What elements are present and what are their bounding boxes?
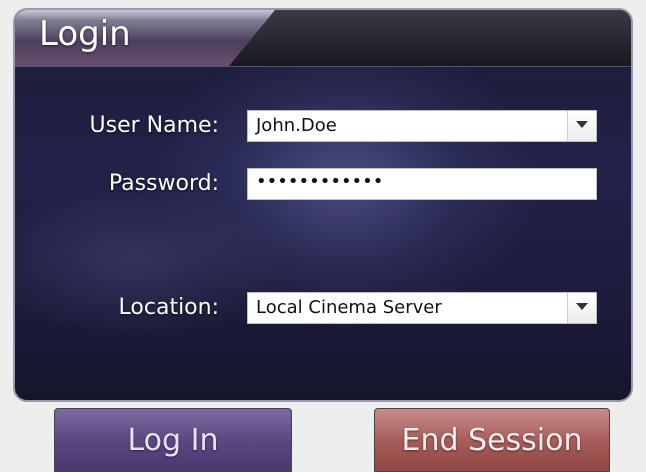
username-dropdown-button[interactable] — [567, 111, 596, 141]
login-button[interactable]: Log In — [54, 408, 292, 472]
username-value: John.Doe — [256, 115, 337, 136]
location-value: Local Cinema Server — [256, 297, 442, 318]
location-select[interactable]: Local Cinema Server — [247, 292, 597, 324]
username-field[interactable]: John.Doe — [247, 110, 597, 142]
login-panel: Login User Name: John.Doe Password: ••••… — [13, 8, 633, 402]
end-session-button[interactable]: End Session — [374, 408, 610, 472]
password-field[interactable]: •••••••••••• — [247, 168, 597, 200]
dialog-title: Login — [39, 14, 131, 54]
password-value: •••••••••••• — [256, 171, 384, 192]
location-dropdown-button[interactable] — [567, 293, 596, 323]
username-label: User Name: — [89, 113, 219, 138]
location-label: Location: — [118, 295, 219, 320]
password-label: Password: — [108, 171, 219, 196]
